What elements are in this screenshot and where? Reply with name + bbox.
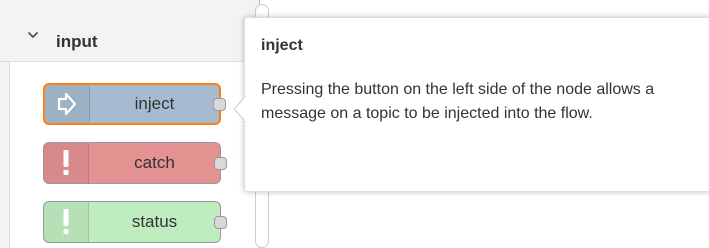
palette-node-label: inject — [134, 94, 175, 113]
palette-node-label: status — [131, 212, 178, 231]
output-port — [213, 97, 226, 111]
node-palette: input inject catch status — [0, 0, 260, 248]
palette-category-header[interactable]: input — [0, 8, 259, 62]
exclamation-icon — [44, 143, 89, 183]
palette-node-label: catch — [134, 153, 175, 172]
inject-arrow-icon — [45, 85, 90, 123]
output-port — [214, 215, 227, 229]
palette-node-inject[interactable]: inject — [43, 83, 226, 125]
chevron-down-icon[interactable] — [26, 28, 40, 42]
palette-node-catch[interactable]: catch — [43, 142, 227, 184]
tooltip-description: Pressing the button on the left side of … — [261, 81, 655, 122]
tooltip-title: inject — [261, 37, 303, 54]
palette-node-status[interactable]: status — [43, 201, 227, 243]
node-palette-view: input inject catch status inject Pressin… — [0, 0, 709, 248]
node-help-tooltip: inject Pressing the button on the left s… — [244, 17, 709, 192]
tooltip-pointer-cover — [244, 97, 247, 121]
output-port — [214, 156, 227, 170]
palette-category-title: input — [56, 32, 98, 51]
exclamation-icon — [44, 202, 89, 242]
